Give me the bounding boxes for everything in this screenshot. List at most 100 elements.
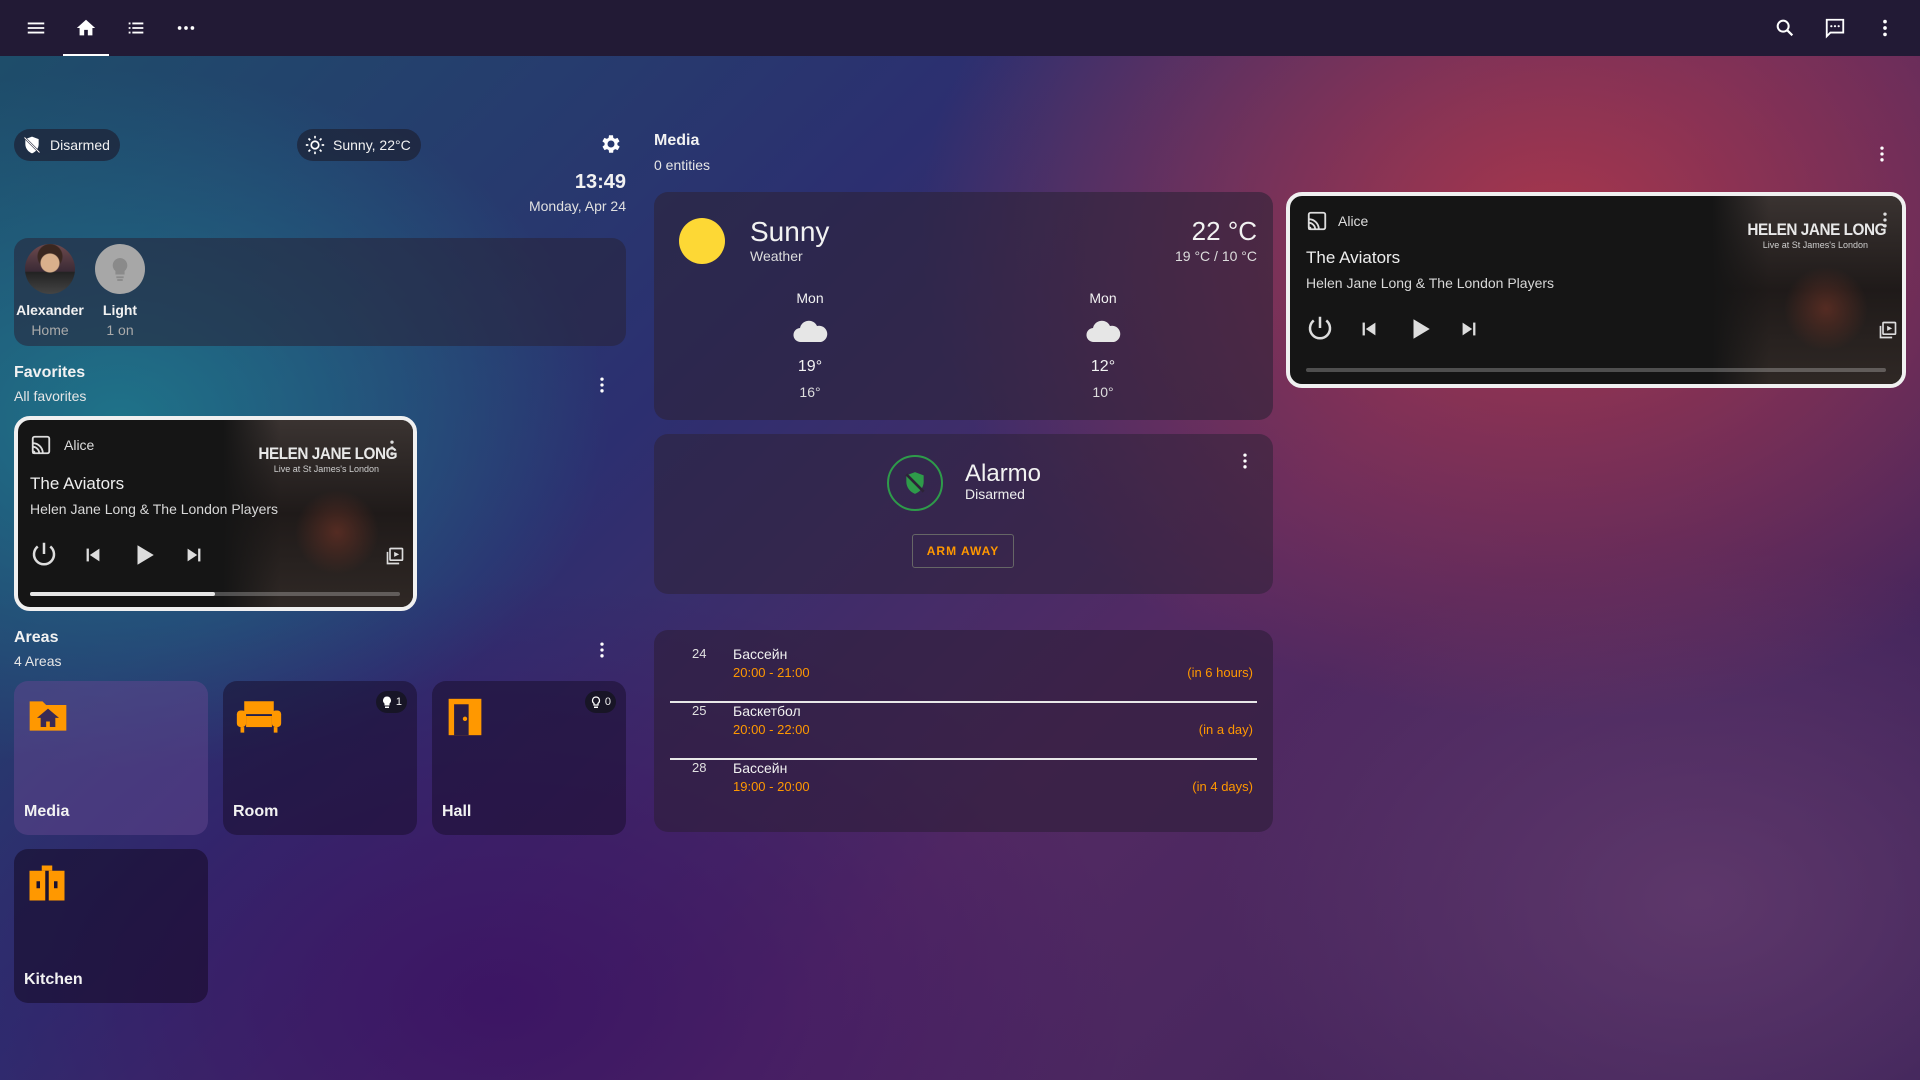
- area-kitchen[interactable]: Kitchen: [14, 849, 208, 1003]
- more-vertical-icon: [1872, 144, 1892, 164]
- lights-on-badge: 1: [375, 691, 407, 713]
- power-button[interactable]: [1305, 313, 1335, 343]
- power-button[interactable]: [29, 539, 59, 569]
- event-relative-time: (in 6 hours): [1187, 665, 1253, 680]
- previous-track-button[interactable]: [82, 544, 104, 566]
- calendar-event[interactable]: 28 Бассейн 19:00 - 20:00 (in 4 days): [654, 748, 1273, 804]
- alarm-chip[interactable]: Disarmed: [14, 129, 120, 161]
- weather-temperature: 22 °C: [1191, 216, 1257, 246]
- next-track-button[interactable]: [183, 544, 205, 566]
- favorites-subtitle: All favorites: [14, 388, 87, 404]
- bulb-outline-icon: [590, 695, 602, 710]
- media-section-title: Media: [654, 132, 700, 149]
- track-title: The Aviators: [1306, 248, 1401, 267]
- tab-list[interactable]: [111, 0, 161, 56]
- event-name: Бассейн: [733, 646, 788, 662]
- favorites-media-player[interactable]: HELEN JANE LONG Live at St James's Londo…: [14, 416, 417, 611]
- area-room[interactable]: 1 Room: [223, 681, 417, 835]
- alarm-name: Alarmo: [965, 460, 1042, 487]
- assist-button[interactable]: [1810, 0, 1860, 56]
- sun-outline-icon: [305, 135, 325, 155]
- cast-icon: [1306, 210, 1328, 232]
- more-tabs-button[interactable]: [161, 0, 211, 56]
- folder-home-icon: [26, 697, 70, 735]
- album-art: HELEN JANE LONG Live at St James's Londo…: [1712, 196, 1902, 384]
- alarm-menu-button[interactable]: [1235, 451, 1255, 471]
- lights-off-badge: 0: [584, 691, 616, 713]
- badge-count: 1: [395, 696, 402, 708]
- event-day: 28: [692, 760, 707, 775]
- play-button[interactable]: [1407, 316, 1433, 342]
- assist-icon: [1824, 17, 1846, 39]
- favorites-menu-button[interactable]: [590, 373, 614, 397]
- arm-away-button[interactable]: ARM AWAY: [912, 534, 1014, 568]
- areas-menu-button[interactable]: [590, 638, 614, 662]
- album-art-title: HELEN JANE LONG: [1747, 220, 1886, 239]
- track-artist: Helen Jane Long & The London Players: [1306, 275, 1555, 291]
- more-horizontal-icon: [175, 17, 197, 39]
- persons-card: Alexander Home Light 1 on: [14, 238, 626, 346]
- light-name: Light: [102, 302, 138, 318]
- weather-chip-label: Sunny, 22°C: [333, 137, 411, 153]
- bulb-icon: [95, 244, 145, 294]
- player-source: Alice: [1338, 213, 1369, 229]
- playback-progress[interactable]: [30, 592, 400, 596]
- tab-home[interactable]: [61, 0, 111, 56]
- menu-icon: [25, 17, 47, 39]
- gear-icon: [599, 132, 623, 156]
- play-button[interactable]: [131, 542, 157, 568]
- event-name: Баскетбол: [733, 703, 801, 719]
- forecast-high: 19°: [797, 358, 823, 375]
- forecast-day: Mon 12° 10°: [1063, 290, 1143, 400]
- area-name: Media: [24, 803, 70, 820]
- calendar-event[interactable]: 25 Баскетбол 20:00 - 22:00 (in a day): [654, 691, 1273, 747]
- player-source: Alice: [64, 437, 95, 453]
- weather-card[interactable]: Sunny Weather 22 °C 19 °C / 10 °C Mon 19…: [654, 192, 1273, 420]
- top-app-bar: [0, 0, 1920, 56]
- shield-check-icon[interactable]: [887, 455, 943, 511]
- next-track-button[interactable]: [1458, 318, 1480, 340]
- album-art-subtitle: Live at St James's London: [1762, 240, 1868, 250]
- track-title: The Aviators: [30, 474, 125, 493]
- sun-icon: [679, 218, 725, 264]
- event-name: Бассейн: [733, 760, 788, 776]
- forecast-low: 10°: [1092, 384, 1114, 400]
- shield-off-icon: [22, 135, 42, 155]
- event-relative-time: (in 4 days): [1192, 779, 1253, 794]
- player-menu-icon[interactable]: [385, 438, 399, 458]
- calendar-card: 24 Бассейн 20:00 - 21:00 (in 6 hours) 25…: [654, 630, 1273, 832]
- clock-date: Monday, Apr 24: [528, 198, 626, 214]
- sofa-icon: [235, 697, 283, 735]
- search-button[interactable]: [1760, 0, 1810, 56]
- cast-icon: [30, 434, 52, 456]
- playback-progress[interactable]: [1306, 368, 1886, 372]
- track-artist: Helen Jane Long & The London Players: [30, 501, 279, 517]
- overflow-menu-button[interactable]: [1860, 0, 1910, 56]
- favorites-title: Favorites: [14, 364, 86, 381]
- more-vertical-icon: [1874, 17, 1896, 39]
- area-hall[interactable]: 0 Hall: [432, 681, 626, 835]
- settings-button[interactable]: [599, 132, 623, 156]
- alarm-state: Disarmed: [965, 486, 1025, 502]
- person-alexander[interactable]: Alexander Home: [16, 244, 84, 338]
- light-entity[interactable]: Light 1 on: [94, 244, 146, 338]
- area-media[interactable]: Media: [14, 681, 208, 835]
- bulb-icon: [381, 695, 393, 710]
- media-browse-icon[interactable]: [1878, 320, 1898, 340]
- media-section-menu-button[interactable]: [1870, 142, 1894, 166]
- previous-track-button[interactable]: [1358, 318, 1380, 340]
- forecast-low: 16°: [799, 384, 821, 400]
- person-state: Home: [31, 322, 69, 338]
- door-icon: [444, 697, 486, 737]
- album-art-title: HELEN JANE LONG: [258, 444, 397, 463]
- media-player-card[interactable]: HELEN JANE LONG Live at St James's Londo…: [1286, 192, 1906, 388]
- weather-chip[interactable]: Sunny, 22°C: [297, 129, 421, 161]
- player-menu-icon[interactable]: [1878, 210, 1892, 230]
- weather-range: 19 °C / 10 °C: [1174, 248, 1257, 264]
- calendar-event[interactable]: 24 Бассейн 20:00 - 21:00 (in 6 hours): [654, 634, 1273, 690]
- clock-time: 13:49: [574, 171, 626, 193]
- menu-button[interactable]: [11, 0, 61, 56]
- media-browse-icon[interactable]: [385, 546, 405, 566]
- weather-condition: Sunny: [750, 216, 830, 247]
- more-vertical-icon: [592, 375, 612, 395]
